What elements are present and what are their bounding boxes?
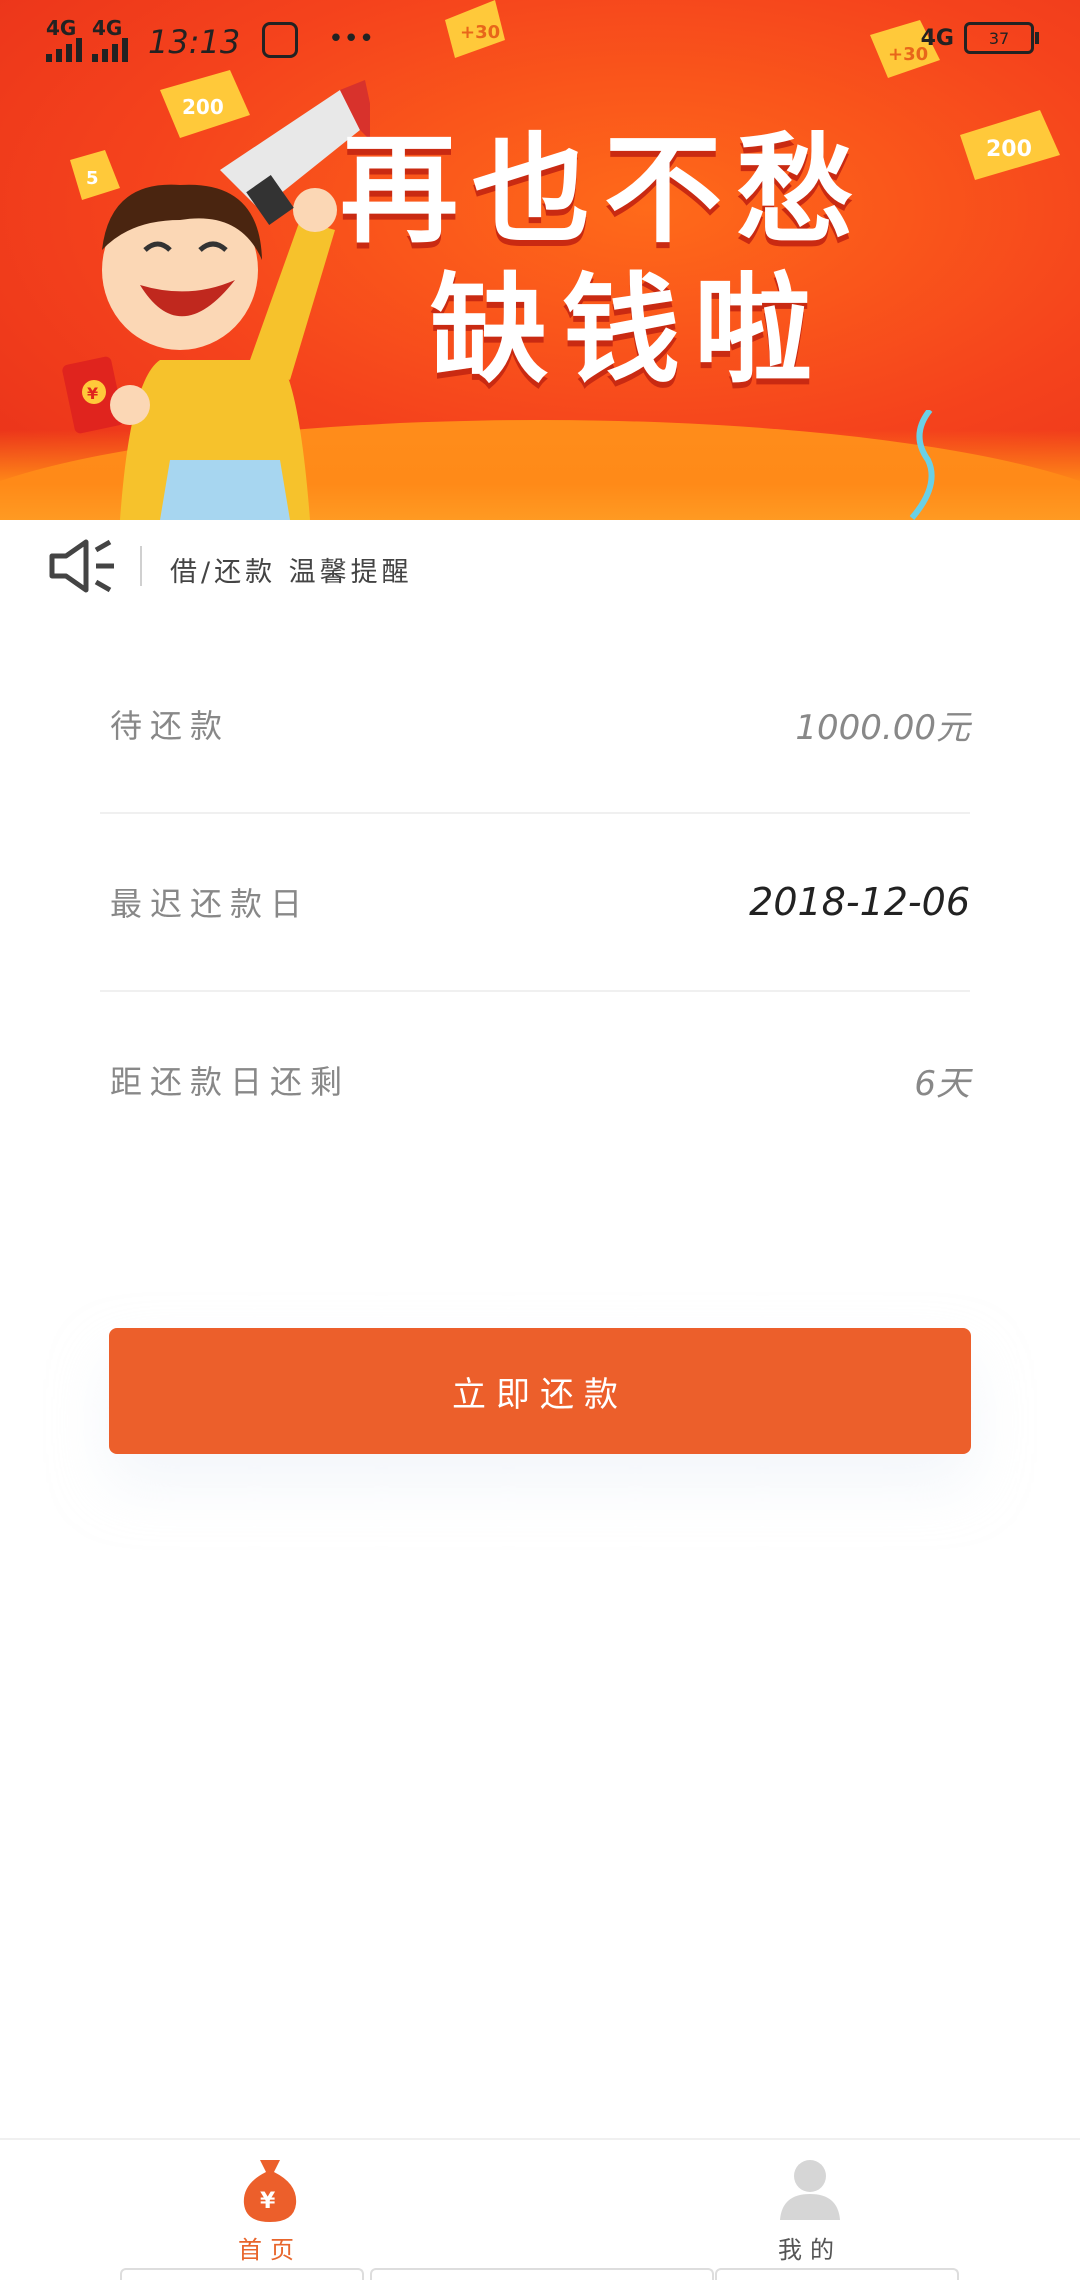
gesture-hint-left (120, 2268, 364, 2280)
banner-slogan: 再也不愁 缺钱啦 (340, 120, 980, 400)
slogan-line-2: 缺钱啦 (430, 261, 827, 399)
battery-icon: 37 (964, 22, 1039, 54)
signal-1-icon: 4G (46, 18, 82, 62)
speaker-icon (49, 539, 114, 593)
gesture-hint-mid (370, 2268, 714, 2280)
info-row-days-left: 距还款日还剩 6天 (100, 992, 970, 1168)
status-time: 13:13 (148, 23, 241, 61)
signal-2-icon: 4G (92, 18, 128, 62)
app-notification-icon (262, 22, 299, 58)
tab-mine-label: 我的 (778, 2236, 842, 2264)
tab-mine[interactable]: 我的 (710, 2154, 910, 2265)
red-packet-symbol: ¥ (87, 384, 98, 403)
tab-home-label: 首页 (238, 2236, 302, 2264)
battery-level: 37 (988, 28, 1010, 48)
coin-label: 200 (986, 137, 1032, 162)
due-date-label: 最迟还款日 (110, 885, 311, 923)
tab-home[interactable]: ¥ 首页 (170, 2154, 370, 2265)
notice-text[interactable]: 借/还款 温馨提醒 (170, 550, 413, 589)
days-left-label: 距还款日还剩 (110, 1063, 351, 1101)
info-row-due-date: 最迟还款日 2018-12-06 (100, 814, 970, 992)
due-date-value: 2018-12-06 (749, 880, 970, 924)
network-type-right: 4G (920, 25, 954, 51)
cartoon-boy-illustration: ¥ (62, 80, 370, 520)
network-type-2: 4G (92, 16, 123, 40)
days-left-value: 6天 (914, 1063, 970, 1104)
notice-divider (140, 546, 142, 586)
network-type-1: 4G (46, 16, 77, 40)
user-icon (780, 2160, 840, 2220)
slogan-line-1: 再也不愁 (340, 121, 869, 259)
pending-amount-value: 1000.00元 (795, 707, 970, 748)
gesture-hint-right (715, 2268, 959, 2280)
bottom-tab-bar: ¥ 首页 我的 (0, 2138, 1080, 2282)
pending-amount-label: 待还款 (110, 707, 231, 745)
repay-now-button[interactable]: 立即还款 (109, 1328, 971, 1454)
money-bag-symbol: ¥ (260, 2189, 276, 2214)
promo-banner[interactable]: +30 200 5 +30 200 ¥ 再也不愁 缺钱啦 4G 4G 13:13… (0, 0, 1080, 520)
confetti-icon (909, 410, 935, 520)
notice-bar[interactable]: 借/还款 温馨提醒 (0, 520, 1080, 610)
more-notifications-icon: ••• (328, 24, 375, 54)
money-bag-icon: ¥ (243, 2160, 297, 2222)
info-row-pending-amount: 待还款 1000.00元 (100, 636, 970, 814)
status-bar: 4G 4G 13:13 ••• 4G 37 (0, 0, 1080, 80)
